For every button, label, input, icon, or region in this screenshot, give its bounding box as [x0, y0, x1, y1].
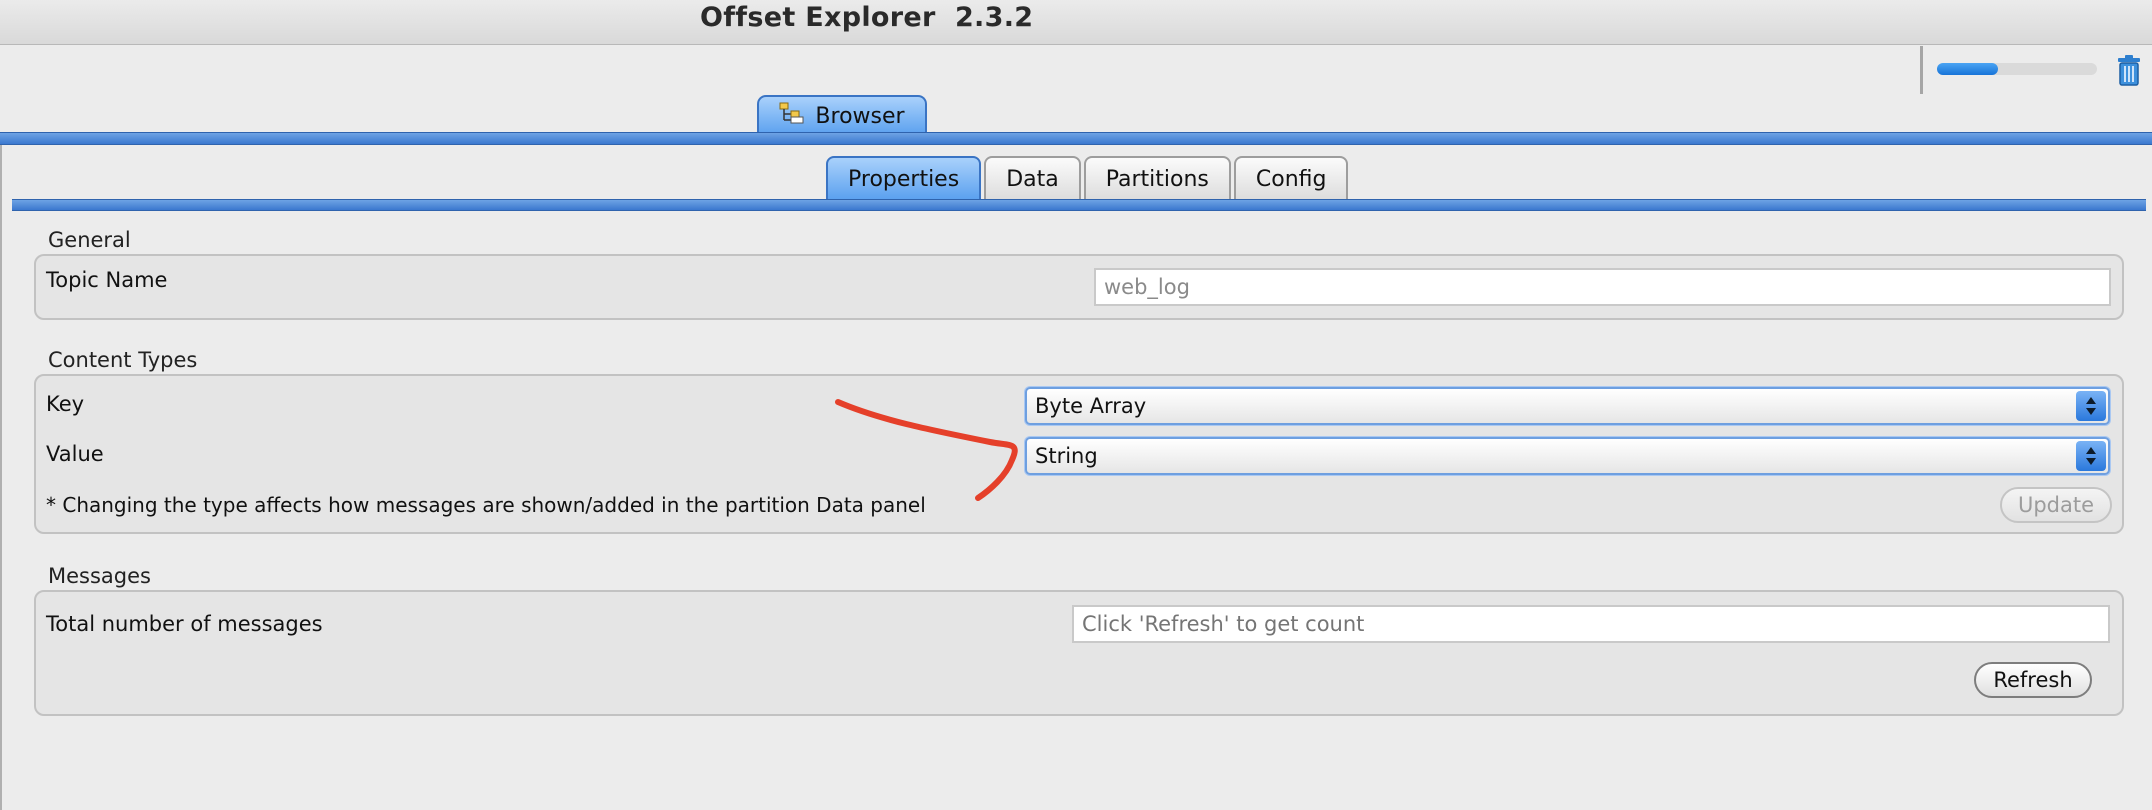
key-label: Key — [46, 392, 85, 416]
title-bar: Offset Explorer 2.3.2 — [0, 0, 2152, 45]
value-type-select[interactable]: String — [1025, 437, 2110, 475]
refresh-button[interactable]: Refresh — [1974, 662, 2092, 698]
tree-icon — [779, 102, 805, 130]
tab-browser-label: Browser — [815, 103, 905, 129]
window-title: Offset Explorer 2.3.2 — [700, 2, 1034, 33]
tab-config[interactable]: Config — [1233, 156, 1349, 200]
update-button[interactable]: Update — [2000, 487, 2112, 523]
tab-browser[interactable]: Browser — [757, 95, 927, 135]
section-title-messages: Messages — [48, 564, 151, 588]
subtab-bar: Properties Data Partitions Config — [826, 156, 1349, 200]
total-messages-label: Total number of messages — [46, 612, 323, 636]
topic-name-field[interactable] — [1094, 268, 2111, 306]
subtab-strip-band — [12, 199, 2146, 211]
section-title-content-types: Content Types — [48, 348, 198, 372]
progress-bar-fill — [1937, 63, 1998, 75]
key-type-value: Byte Array — [1035, 394, 1147, 418]
key-type-select[interactable]: Byte Array — [1025, 387, 2110, 425]
toolbar-divider — [1920, 46, 1923, 94]
select-arrows-icon — [2076, 391, 2106, 421]
total-messages-field[interactable] — [1072, 605, 2110, 643]
select-arrows-icon — [2076, 441, 2106, 471]
tab-data[interactable]: Data — [984, 156, 1081, 200]
progress-bar — [1937, 63, 2097, 75]
value-type-value: String — [1035, 444, 1098, 468]
tab-strip-band — [0, 132, 2152, 145]
red-arrow-annotation — [835, 399, 1018, 501]
topic-name-label: Topic Name — [46, 268, 168, 292]
tab-partitions[interactable]: Partitions — [1083, 156, 1231, 200]
trash-icon[interactable] — [2116, 54, 2142, 86]
value-label: Value — [46, 442, 104, 466]
section-title-general: General — [48, 228, 131, 252]
panel-edge — [0, 145, 2, 810]
tab-properties[interactable]: Properties — [826, 156, 982, 200]
content-type-note: * Changing the type affects how messages… — [46, 493, 926, 517]
